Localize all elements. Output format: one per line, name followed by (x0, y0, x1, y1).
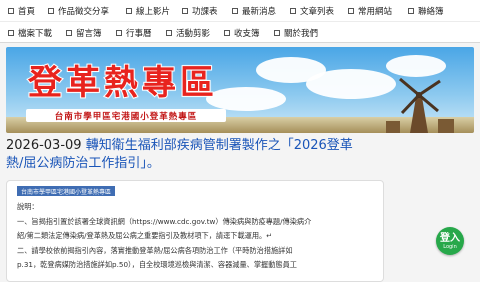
nav-label: 收支簿 (234, 28, 260, 39)
square-bullet-icon (8, 29, 14, 36)
cloud-shape (386, 55, 446, 77)
cloud-shape (206, 87, 286, 111)
square-bullet-icon (290, 7, 296, 14)
body-line: 二、請學校依前揭指引內容，落實推動登革熱/屈公病各項防治工作（平時防治措施詳如 (17, 245, 293, 255)
square-bullet-icon (408, 7, 414, 14)
post-title: 2026-03-09 轉知衛生福利部疾病管制署製作之「2026登革熱/屈公病防治… (6, 137, 356, 173)
nav-item-home[interactable]: 首頁 (8, 0, 35, 21)
square-bullet-icon (348, 7, 354, 14)
nav-label: 行事曆 (126, 28, 152, 39)
nav-row-2: 檔案下載 留言簿 行事曆 活動剪影 收支簿 關於我們 (0, 21, 480, 43)
nav-label: 聯絡簿 (418, 6, 444, 17)
nav-label: 首頁 (18, 6, 36, 17)
banner-subtitle: 台南市學甲區宅港國小登革熱專區 (26, 109, 226, 122)
square-bullet-icon (274, 29, 280, 36)
nav-label: 功課表 (192, 6, 218, 17)
nav-label: 線上影片 (136, 6, 171, 17)
square-bullet-icon (166, 29, 172, 36)
square-bullet-icon (48, 7, 54, 14)
category-chip[interactable]: 台南市學甲區宅港國小登革熱專區 (17, 186, 116, 196)
square-bullet-icon (182, 7, 188, 14)
nav-item-news[interactable]: 最新消息 (232, 0, 276, 21)
nav-item-timetable[interactable]: 功課表 (182, 0, 218, 21)
square-bullet-icon (232, 7, 238, 14)
body-line: p.31，乾登病媒防治措施詳如p.50），自全校環境巡檢與清潔、容器減量、掌握動… (17, 260, 297, 269)
nav-item-calendar[interactable]: 行事曆 (116, 22, 152, 43)
post-date: 2026-03-09 (6, 138, 82, 153)
post-body: 說明： 一、旨揭指引置於該署全球資訊網（https://www.cdc.gov.… (17, 200, 377, 273)
nav-item-photos[interactable]: 活動剪影 (166, 22, 210, 43)
login-button[interactable]: 登入 Login (436, 227, 464, 255)
nav-item-about[interactable]: 關於我們 (274, 22, 318, 43)
body-heading: 說明： (17, 202, 39, 211)
nav-label: 作品徵交分享 (58, 6, 110, 17)
nav-item-works[interactable]: 作品徵交分享 (48, 0, 109, 21)
banner: 登革熱專區 台南市學甲區宅港國小登革熱專區 (6, 47, 474, 133)
square-bullet-icon (126, 7, 132, 14)
nav-label: 常用網站 (358, 6, 393, 17)
nav-item-contact-book[interactable]: 聯絡簿 (408, 0, 444, 21)
nav-item-videos[interactable]: 線上影片 (126, 0, 170, 21)
square-bullet-icon (8, 7, 14, 14)
square-bullet-icon (116, 29, 122, 36)
nav-item-ledger[interactable]: 收支簿 (224, 22, 260, 43)
nav-label: 關於我們 (284, 28, 319, 39)
nav-label: 檔案下載 (18, 28, 53, 39)
square-bullet-icon (66, 29, 72, 36)
banner-title: 登革熱專區 (27, 62, 218, 104)
nav-row-1: 首頁 作品徵交分享 線上影片 功課表 最新消息 文章列表 常用網站 聯絡簿 (0, 0, 480, 21)
windmill-icon (386, 77, 454, 133)
body-line: 紹/第二類法定傳染病/登革熱及屈公病之重要指引及教材項下，請逕下載運用。↵ (17, 231, 273, 240)
body-line: 一、旨揭指引置於該署全球資訊網（https://www.cdc.gov.tw）傳… (17, 216, 312, 226)
nav-label: 文章列表 (300, 6, 335, 17)
nav-item-guestbook[interactable]: 留言簿 (66, 22, 102, 43)
nav-item-downloads[interactable]: 檔案下載 (8, 22, 52, 43)
nav-label: 最新消息 (242, 6, 277, 17)
nav-item-articles[interactable]: 文章列表 (290, 0, 334, 21)
nav-label: 活動剪影 (176, 28, 211, 39)
login-label: 登入 (440, 232, 460, 244)
top-navigation: 首頁 作品徵交分享 線上影片 功課表 最新消息 文章列表 常用網站 聯絡簿 檔案… (0, 0, 480, 43)
nav-item-websites[interactable]: 常用網站 (348, 0, 392, 21)
nav-label: 留言簿 (76, 28, 102, 39)
post-content-card: 台南市學甲區宅港國小登革熱專區 說明： 一、旨揭指引置於該署全球資訊網（http… (6, 180, 384, 282)
square-bullet-icon (224, 29, 230, 36)
login-sublabel: Login (443, 243, 457, 250)
